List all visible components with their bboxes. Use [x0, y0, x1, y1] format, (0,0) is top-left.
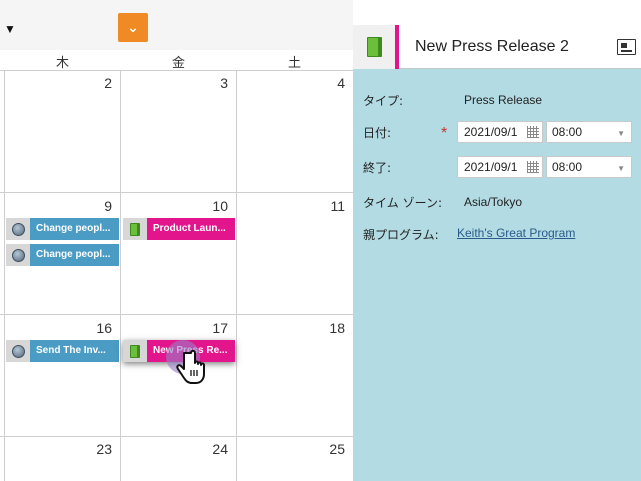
email-program-icon	[6, 340, 30, 362]
event-label: Product Laun...	[147, 218, 235, 240]
day-number: 3	[220, 75, 228, 91]
hand-cursor-icon	[166, 340, 205, 384]
chevron-down-icon: ▼	[617, 164, 625, 173]
calendar-event[interactable]: Change peopl...	[6, 218, 119, 240]
details-document-icon[interactable]	[617, 39, 636, 55]
parent-program-link[interactable]: Keith's Great Program	[457, 226, 575, 240]
grid-line	[0, 314, 353, 315]
day-number: 17	[212, 320, 228, 336]
press-release-book-icon	[123, 218, 147, 240]
weekday-sat: 土	[287, 56, 301, 71]
start-date-value: 2021/09/1	[464, 125, 518, 139]
calendar-event[interactable]: Send The Inv...	[6, 340, 119, 362]
parent-program-label: 親プログラム:	[363, 228, 439, 242]
day-number: 11	[330, 198, 345, 214]
day-number: 10	[212, 198, 228, 214]
press-release-book-icon	[353, 25, 399, 69]
calendar-grid	[0, 70, 353, 481]
end-date-input[interactable]: 2021/09/1	[457, 156, 543, 178]
calendar-event[interactable]: Change peopl...	[6, 244, 119, 266]
chevron-down-icon: ▼	[617, 129, 625, 138]
start-time-value: 08:00	[552, 125, 583, 139]
day-number: 2	[104, 75, 112, 91]
end-time-select[interactable]: 08:00 ▼	[546, 156, 632, 178]
event-label: Change peopl...	[30, 218, 119, 240]
event-label: Send The Inv...	[30, 340, 119, 362]
timezone-label: タイム ゾーン:	[363, 196, 443, 210]
end-time-value: 08:00	[552, 160, 583, 174]
day-number: 25	[329, 441, 345, 457]
timezone-value: Asia/Tokyo	[464, 195, 523, 209]
end-date-value: 2021/09/1	[464, 160, 518, 174]
panel-title: New Press Release 2	[415, 38, 569, 55]
event-label: Change peopl...	[30, 244, 119, 266]
grid-line	[4, 70, 5, 481]
end-label: 終了:	[363, 161, 392, 175]
type-label: タイプ:	[363, 94, 404, 108]
view-dropdown-caret[interactable]: ▼	[4, 22, 16, 36]
email-program-icon	[6, 218, 30, 240]
weekday-fri: 金	[171, 56, 185, 71]
calendar-toolbar	[0, 0, 353, 50]
event-details-panel: New Press Release 2 タイプ: Press Release 日…	[353, 25, 641, 481]
start-time-select[interactable]: 08:00 ▼	[546, 121, 632, 143]
chevron-down-icon[interactable]: ⌄	[118, 13, 148, 42]
date-label: 日付:	[363, 126, 392, 140]
calendar-picker-icon[interactable]	[527, 161, 539, 173]
required-asterisk: *	[441, 125, 448, 142]
press-release-book-icon	[123, 340, 147, 362]
day-number: 9	[104, 198, 112, 214]
grid-line	[0, 436, 353, 437]
grid-line	[0, 192, 353, 193]
email-program-icon	[6, 244, 30, 266]
grid-line	[236, 70, 237, 481]
start-date-input[interactable]: 2021/09/1	[457, 121, 543, 143]
grid-line	[0, 70, 353, 71]
day-number: 24	[212, 441, 228, 457]
type-value: Press Release	[464, 93, 543, 107]
day-number: 18	[329, 320, 345, 336]
day-number: 4	[337, 75, 345, 91]
panel-header: New Press Release 2	[353, 25, 641, 69]
grid-line	[120, 70, 121, 481]
day-number: 23	[96, 441, 112, 457]
weekday-thu: 木	[55, 56, 69, 71]
day-number: 16	[96, 320, 112, 336]
calendar-picker-icon[interactable]	[527, 126, 539, 138]
calendar-event[interactable]: Product Laun...	[123, 218, 235, 240]
